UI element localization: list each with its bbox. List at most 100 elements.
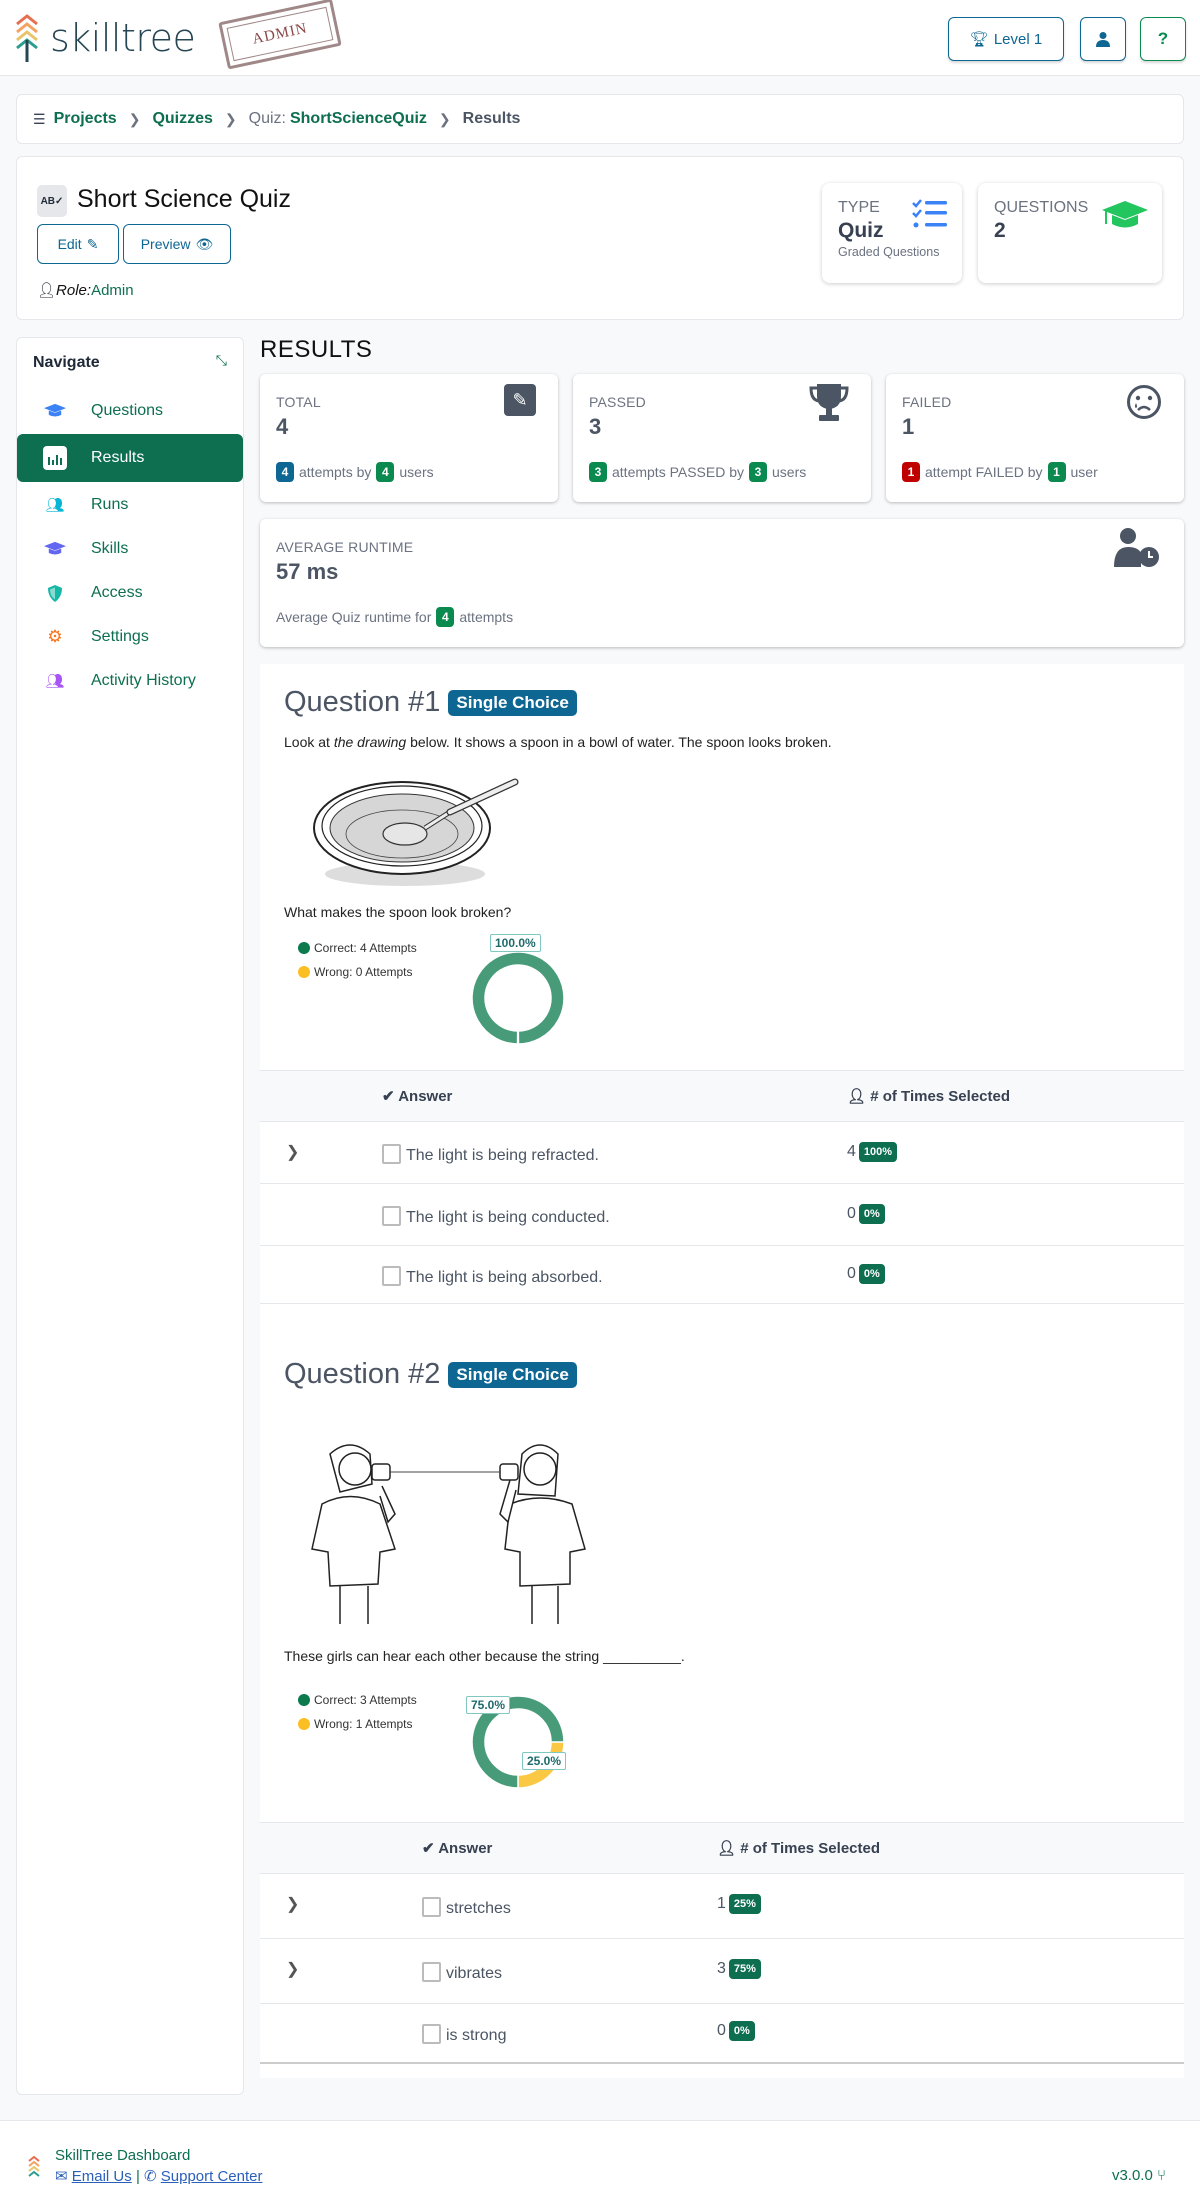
user-button[interactable] xyxy=(1080,17,1126,61)
user-check-icon: 👤︎ xyxy=(717,1840,737,1857)
sidebar-item-questions[interactable]: Questions xyxy=(17,387,243,435)
sidebar-item-label: Skills xyxy=(91,540,129,557)
chart-legend: Correct: 3 Attempts Wrong: 1 Attempts xyxy=(298,1688,417,1736)
quiz-header: AB✓ Short Science Quiz Edit ✎ Preview 👁︎ 👤… xyxy=(16,156,1184,320)
edit-button[interactable]: Edit ✎ xyxy=(37,224,119,264)
answers-table: ✔︎ Answer 👤︎ # of Times Selected ❯ stret… xyxy=(260,1822,1184,2064)
intro-text: below. It shows a spoon in a bowl of wat… xyxy=(406,734,832,750)
divider: | xyxy=(135,2168,140,2185)
answer-col-header: ✔︎ Answer xyxy=(422,1839,492,1857)
type-sub: Graded Questions xyxy=(838,245,940,259)
times-cell: 0 0% xyxy=(847,1204,885,1224)
level-button[interactable]: 🏆︎ Level 1 xyxy=(948,17,1064,61)
breadcrumb-quizzes[interactable]: Quizzes xyxy=(152,110,212,128)
times-cell: 0 0% xyxy=(717,2021,755,2041)
legend-wrong: Wrong: 1 Attempts xyxy=(314,1717,413,1731)
question-prompt: These girls can hear each other because … xyxy=(284,1648,685,1664)
intro-text: Look at xyxy=(284,734,334,750)
preview-label: Preview xyxy=(140,236,191,252)
admin-stamp-text: ADMIN xyxy=(226,6,334,62)
answer-col-header: ✔︎ Answer xyxy=(382,1087,452,1105)
wrong-dot xyxy=(298,966,310,978)
support-link[interactable]: Support Center xyxy=(161,2168,263,2185)
pencil-icon: ✎ xyxy=(504,384,536,416)
role: 👤︎Role:Admin xyxy=(37,281,134,299)
sidebar-item-activity-history[interactable]: 👥︎ Activity History xyxy=(17,657,243,705)
percent-badge: 75% xyxy=(728,1959,761,1979)
collapse-icon[interactable]: ⤡ xyxy=(216,352,227,369)
sidebar-item-access[interactable]: Access xyxy=(17,569,243,617)
times-count: 4 xyxy=(847,1143,856,1160)
sidebar-item-label: Runs xyxy=(91,496,129,513)
correct-dot xyxy=(298,942,310,954)
questions-panel: Question #1 Single Choice Look at the dr… xyxy=(260,664,1184,2078)
email-link[interactable]: Email Us xyxy=(72,2168,132,2185)
answer-text: The light is being conducted. xyxy=(406,1209,610,1226)
intro-emphasis: the drawing xyxy=(333,734,407,750)
preview-button[interactable]: Preview 👁︎ xyxy=(123,224,231,264)
top-bar: skilltree ADMIN 🏆︎ Level 1 ? xyxy=(0,0,1200,76)
times-count: 1 xyxy=(717,1895,726,1912)
level-label: Level 1 xyxy=(993,30,1043,48)
sad-tear-icon xyxy=(1127,385,1161,419)
expand-chevron-icon[interactable]: ❯ xyxy=(286,1142,299,1162)
total-card: TOTAL 4 ✎ 4 attempts by 4 users xyxy=(260,374,558,502)
questions-value: 2 xyxy=(994,219,1006,242)
graduation-cap-icon xyxy=(43,401,67,421)
users-icon: 👥︎ xyxy=(45,497,65,514)
sidebar-item-settings[interactable]: ⚙︎ Settings xyxy=(17,613,243,661)
spell-check-icon: AB✓ xyxy=(37,185,67,217)
edit-icon: ✎ xyxy=(86,235,99,252)
app-name: skilltree xyxy=(50,16,196,60)
legend-correct: Correct: 4 Attempts xyxy=(314,941,417,955)
question-title: Question #2 xyxy=(284,1358,441,1390)
footer-title: SkillTree Dashboard xyxy=(55,2147,191,2164)
passed-attempts-text: attempts PASSED by xyxy=(612,464,745,480)
total-sub: 4 attempts by 4 users xyxy=(276,462,434,482)
times-cell: 0 0% xyxy=(847,1264,885,1284)
sidebar-item-label: Access xyxy=(91,584,143,601)
times-cell: 1 25% xyxy=(717,1894,761,1914)
sidebar-item-label: Questions xyxy=(91,402,164,419)
user-shield-icon: 👤︎ xyxy=(37,282,57,299)
donut-slice-correct[interactable] xyxy=(471,951,565,1045)
answer-cell: The light is being conducted. xyxy=(382,1206,610,1227)
answer-cell: stretches xyxy=(422,1897,511,1918)
logo[interactable]: skilltree xyxy=(14,14,196,62)
question-type-badge: Single Choice xyxy=(448,689,577,716)
cogs-icon: ⚙︎ xyxy=(47,627,63,646)
chevron-right-icon: ❯ xyxy=(128,110,141,127)
graduation-cap-icon xyxy=(43,539,67,559)
table-row: ❯ The light is being refracted. 4 100% xyxy=(260,1122,1184,1184)
failed-label: FAILED xyxy=(902,394,952,410)
question-title: Question #1 xyxy=(284,686,441,718)
legend-correct: Correct: 3 Attempts xyxy=(314,1693,417,1707)
admin-stamp: ADMIN xyxy=(218,0,342,70)
failed-value: 1 xyxy=(902,414,915,439)
type-label: TYPE xyxy=(838,199,880,216)
percent-badge: 100% xyxy=(858,1142,898,1162)
questions-card: QUESTIONS 2 xyxy=(978,183,1162,283)
breadcrumb-projects[interactable]: Projects xyxy=(54,110,117,128)
role-label: Role: xyxy=(56,282,92,299)
times-count: 3 xyxy=(717,1960,726,1977)
times-col-label: # of Times Selected xyxy=(870,1088,1011,1105)
expand-chevron-icon[interactable]: ❯ xyxy=(286,1894,299,1914)
shield-icon xyxy=(43,583,67,603)
answer-text: stretches xyxy=(446,1900,511,1917)
table-row: ❯ stretches 1 25% xyxy=(260,1874,1184,1939)
chart-legend: Correct: 4 Attempts Wrong: 0 Attempts xyxy=(298,936,417,984)
checkbox-icon xyxy=(422,1897,441,1917)
sidebar-item-label: Settings xyxy=(91,628,149,645)
users-badge: 4 xyxy=(376,462,395,482)
breadcrumb-quiz[interactable]: ShortScienceQuiz xyxy=(290,110,427,128)
expand-chevron-icon[interactable]: ❯ xyxy=(286,1959,299,1979)
sidebar-item-results[interactable]: Results xyxy=(17,434,243,482)
sidebar-nav: Navigate ⤡ Questions Results 👥︎ Runs Ski… xyxy=(16,337,244,2095)
sidebar-item-runs[interactable]: 👥︎ Runs xyxy=(17,481,243,529)
help-button[interactable]: ? xyxy=(1140,17,1186,61)
answer-cell: is strong xyxy=(422,2024,506,2045)
times-count: 0 xyxy=(717,2022,726,2039)
checkbox-icon xyxy=(382,1266,401,1286)
sidebar-item-skills[interactable]: Skills xyxy=(17,525,243,573)
